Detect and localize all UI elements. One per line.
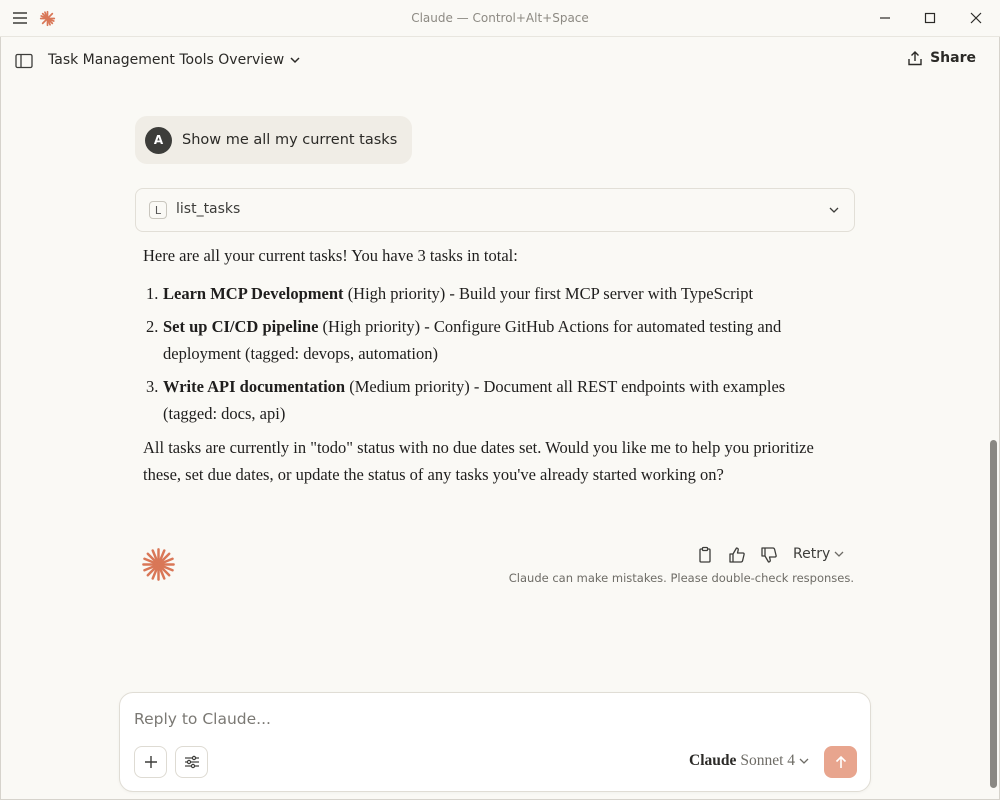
list-item: 3. Write API documentation (Medium prior… bbox=[143, 374, 833, 427]
thumbs-up-icon[interactable] bbox=[728, 546, 746, 564]
reply-input[interactable] bbox=[134, 707, 834, 731]
clipboard-icon[interactable] bbox=[696, 546, 714, 564]
avatar: A bbox=[145, 126, 172, 154]
user-message-bubble: A Show me all my current tasks bbox=[135, 116, 412, 164]
list-item: 1. Learn MCP Development (High priority)… bbox=[143, 281, 833, 308]
composer: Claude Sonnet 4 bbox=[119, 692, 871, 792]
retry-label: Retry bbox=[793, 546, 831, 562]
tools-button[interactable] bbox=[175, 746, 208, 778]
task-title: Set up CI/CD pipeline bbox=[163, 317, 319, 336]
share-button[interactable]: Share bbox=[908, 50, 976, 66]
model-brand: Claude bbox=[689, 752, 737, 769]
task-title: Write API documentation bbox=[163, 377, 346, 396]
close-button[interactable] bbox=[961, 7, 991, 29]
task-title: Learn MCP Development bbox=[163, 283, 344, 303]
response-closing: All tasks are currently in "todo" status… bbox=[143, 438, 814, 484]
window-title: Claude — Control+Alt+Space bbox=[411, 11, 589, 25]
share-label: Share bbox=[930, 50, 976, 66]
conversation-title-dropdown[interactable]: Task Management Tools Overview bbox=[48, 52, 300, 68]
model-name: Sonnet 4 bbox=[740, 752, 796, 769]
maximize-button[interactable] bbox=[915, 7, 945, 29]
arrow-up-icon bbox=[835, 755, 846, 768]
chevron-down-icon bbox=[829, 207, 839, 213]
send-button[interactable] bbox=[824, 746, 857, 778]
thumbs-down-icon[interactable] bbox=[760, 546, 778, 564]
tool-name: list_tasks bbox=[176, 201, 241, 217]
response-intro: Here are all your current tasks! You hav… bbox=[143, 246, 518, 265]
chevron-down-icon bbox=[799, 758, 809, 764]
scrollbar-thumb[interactable] bbox=[990, 440, 997, 788]
retry-button[interactable]: Retry bbox=[793, 546, 844, 562]
share-upload-icon bbox=[908, 50, 922, 65]
chevron-down-icon bbox=[290, 57, 300, 64]
sidebar-toggle-icon[interactable] bbox=[15, 53, 33, 69]
title-bar: Claude — Control+Alt+Space bbox=[0, 0, 1000, 37]
tool-call-collapsible[interactable]: L list_tasks bbox=[135, 188, 855, 232]
plus-icon bbox=[144, 756, 157, 768]
chevron-down-icon bbox=[834, 551, 844, 557]
user-message-text: Show me all my current tasks bbox=[182, 132, 398, 148]
model-selector[interactable]: Claude Sonnet 4 bbox=[689, 752, 809, 770]
task-number: 3. bbox=[146, 377, 159, 396]
task-number: 2. bbox=[146, 317, 159, 336]
conversation-title: Task Management Tools Overview bbox=[48, 52, 285, 68]
task-list: 1. Learn MCP Development (High priority)… bbox=[143, 281, 833, 428]
list-item: 2. Set up CI/CD pipeline (High priority)… bbox=[143, 314, 833, 367]
minimize-button[interactable] bbox=[870, 7, 900, 29]
claude-starburst-icon bbox=[142, 548, 175, 581]
sliders-icon bbox=[184, 755, 199, 769]
assistant-response: Here are all your current tasks! You hav… bbox=[143, 243, 833, 488]
disclaimer-text: Claude can make mistakes. Please double-… bbox=[508, 571, 854, 585]
task-detail: (High priority) - Build your first MCP s… bbox=[343, 283, 754, 303]
task-number: 1. bbox=[146, 283, 159, 303]
tool-badge: L bbox=[149, 201, 167, 219]
add-attachment-button[interactable] bbox=[134, 746, 167, 778]
conversation-header: Task Management Tools Overview Share bbox=[0, 37, 1000, 85]
